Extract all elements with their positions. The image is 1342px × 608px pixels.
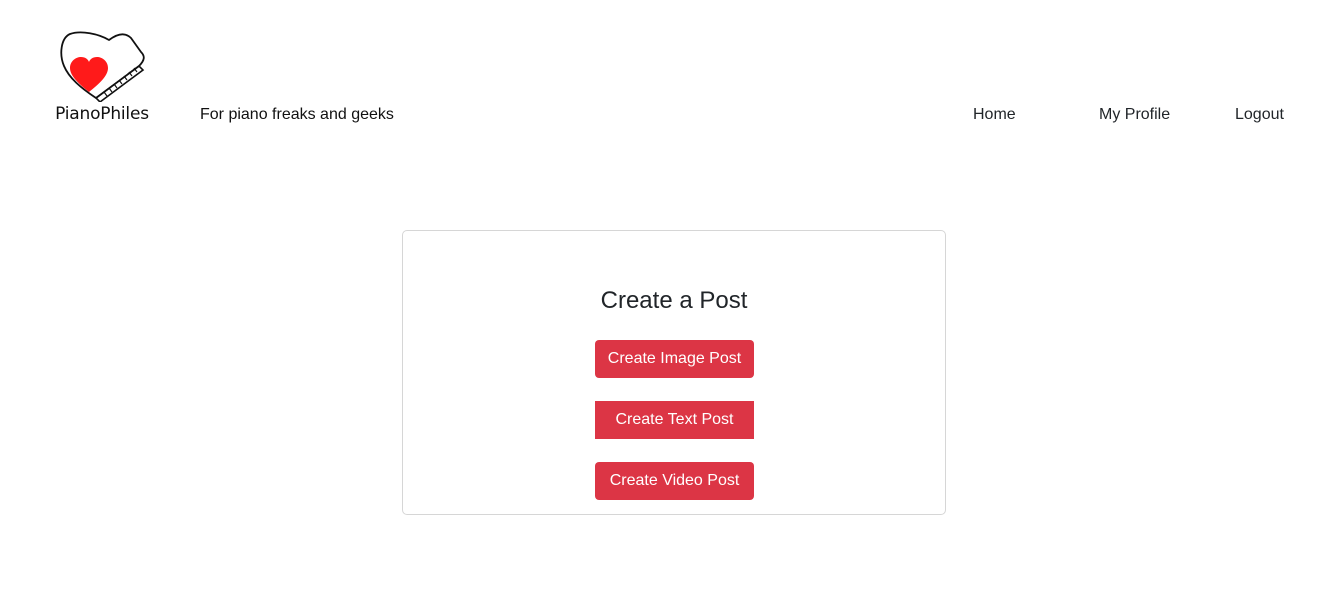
create-video-post-button[interactable]: Create Video Post	[595, 462, 754, 500]
nav-home-link[interactable]: Home	[973, 106, 1016, 124]
piano-heart-icon	[60, 31, 145, 102]
brand[interactable]: PianoPhiles	[52, 30, 152, 124]
nav-my-profile-link[interactable]: My Profile	[1099, 106, 1170, 124]
brand-name: PianoPhiles	[55, 104, 149, 124]
card-title: Create a Post	[600, 287, 748, 314]
create-image-post-button[interactable]: Create Image Post	[595, 340, 754, 378]
tagline: For piano freaks and geeks	[200, 106, 394, 123]
nav-logout-link[interactable]: Logout	[1235, 106, 1284, 124]
create-post-card: Create a Post Create Image Post Create T…	[402, 230, 946, 515]
create-text-post-button[interactable]: Create Text Post	[595, 401, 754, 439]
